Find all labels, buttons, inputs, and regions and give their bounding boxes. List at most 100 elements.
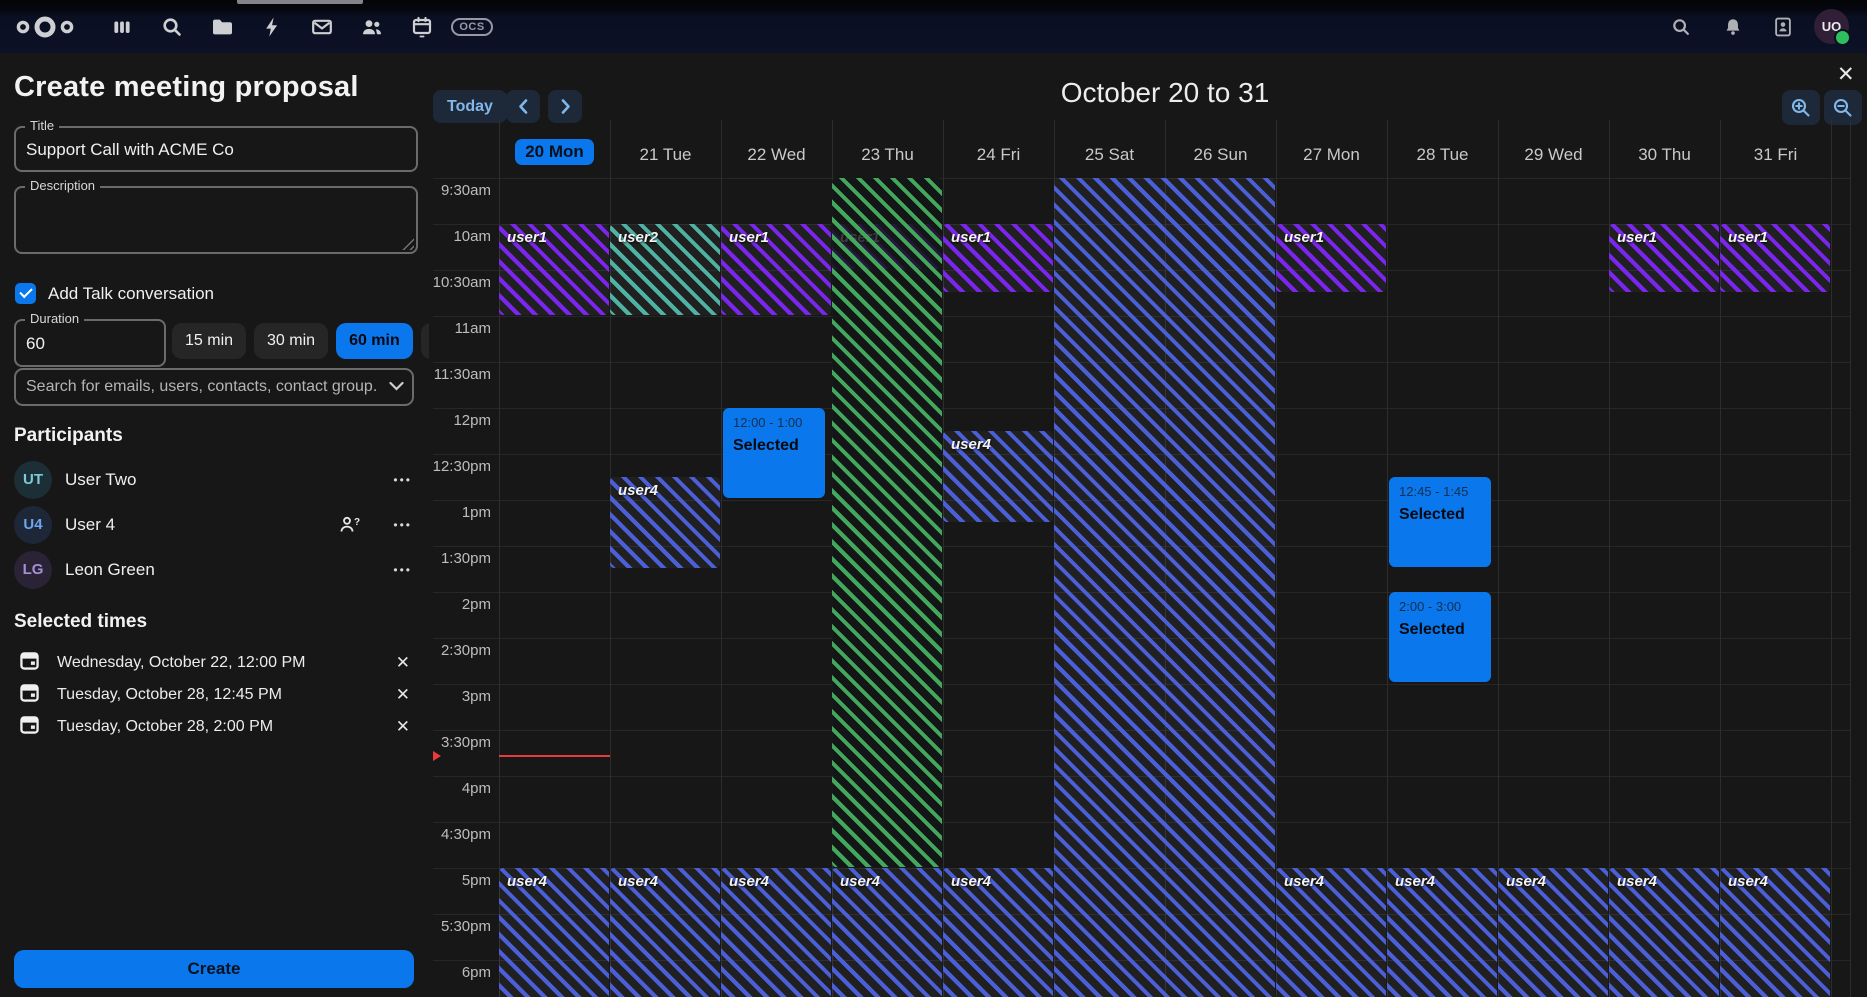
status-online-badge [1834, 29, 1851, 46]
day-header-label: 25 Sat [1085, 145, 1134, 165]
duration-option-60min[interactable]: 60 min [336, 323, 413, 359]
time-label: 9:30am [429, 182, 491, 199]
app-activity-icon[interactable] [259, 13, 285, 41]
selected-slot[interactable]: 12:00 - 1:00Selected [723, 408, 825, 498]
time-label: 10:30am [429, 274, 491, 291]
availability-block-user1: user1 [1720, 224, 1830, 292]
day-header-28-Tue: 28 Tue [1387, 120, 1498, 177]
participant-menu-button[interactable]: ••• [389, 561, 416, 579]
remove-time-button[interactable]: ✕ [390, 715, 416, 739]
availability-block-user4: user4 [943, 868, 1053, 997]
participants-list: UTUser Two•••U4User 4?•••LGLeon Green••• [14, 457, 416, 592]
nextcloud-logo-icon [15, 14, 75, 40]
availability-label: user1 [499, 224, 609, 251]
availability-label: user4 [832, 868, 942, 895]
svg-text:?: ? [354, 517, 360, 528]
app-dashboard-icon[interactable] [109, 13, 135, 41]
duration-option-15min[interactable]: 15 min [172, 323, 246, 359]
selected-slot-label: Selected [1399, 506, 1481, 524]
availability-block-user4: user4 [1387, 868, 1497, 997]
selected-slot[interactable]: 2:00 - 3:00Selected [1389, 592, 1491, 682]
description-input[interactable] [16, 188, 416, 252]
selected-time-item: Tuesday, October 28, 2:00 PM✕ [20, 711, 416, 743]
day-header-label: 27 Mon [1303, 145, 1360, 165]
availability-label: user1 [1720, 224, 1830, 251]
participant-search-input[interactable] [14, 368, 414, 406]
day-header-label: 26 Sun [1194, 145, 1248, 165]
availability-label: user1 [1276, 224, 1386, 251]
app-search-icon[interactable] [159, 13, 185, 41]
now-arrow-icon [433, 751, 441, 761]
participant-search [14, 368, 414, 406]
time-label: 1:30pm [429, 550, 491, 567]
notifications-bell-icon[interactable] [1720, 13, 1746, 41]
talk-checkbox[interactable] [15, 283, 36, 304]
availability-label: user4 [1276, 868, 1386, 895]
selected-time-label: Tuesday, October 28, 12:45 PM [57, 686, 372, 704]
availability-block-user4: user4 [1276, 868, 1386, 997]
availability-label: user4 [721, 868, 831, 895]
duration-option-30min[interactable]: 30 min [254, 323, 328, 359]
title-field: Title [14, 126, 418, 172]
availability-block-user1: user1 [943, 224, 1053, 292]
description-field-label: Description [25, 178, 100, 193]
time-label: 10am [429, 228, 491, 245]
time-label: 1pm [429, 504, 491, 521]
day-header-22-Wed: 22 Wed [721, 120, 832, 177]
day-header-25-Sat: 25 Sat [1054, 120, 1165, 177]
pending-attendee-icon: ? [340, 516, 360, 533]
app-files-icon[interactable] [209, 13, 235, 41]
time-label: 12pm [429, 412, 491, 429]
app-mail-icon[interactable] [309, 13, 335, 41]
day-header-label: 24 Fri [977, 145, 1020, 165]
day-header-label: 23 Thu [861, 145, 914, 165]
participant-row: U4User 4?••• [14, 502, 416, 547]
participant-menu-button[interactable]: ••• [389, 471, 416, 489]
time-label: 3:30pm [429, 734, 491, 751]
day-header-26-Sun: 26 Sun [1165, 120, 1276, 177]
nextcloud-logo[interactable] [13, 13, 77, 41]
time-label: 2:30pm [429, 642, 491, 659]
ocs-label: OCS [451, 18, 492, 36]
selected-time-item: Wednesday, October 22, 12:00 PM ✕ [20, 647, 416, 679]
app-ocs-icon[interactable]: OCS [452, 13, 492, 41]
calendar-grid[interactable]: 20 Mon21 Tue22 Wed23 Thu24 Fri25 Sat26 S… [429, 53, 1867, 997]
time-label: 11am [429, 320, 491, 337]
selected-slot-time: 12:00 - 1:00 [733, 415, 815, 430]
app-contacts-icon[interactable] [359, 13, 385, 41]
remove-time-button[interactable]: ✕ [390, 683, 416, 707]
participant-row: LGLeon Green••• [14, 547, 416, 592]
avatar[interactable]: UO [1814, 9, 1849, 44]
participant-name: User Two [65, 470, 376, 490]
selected-slot[interactable]: 12:45 - 1:45Selected [1389, 477, 1491, 567]
availability-label: user4 [943, 431, 1053, 458]
participant-menu-button[interactable]: ••• [389, 516, 416, 534]
title-input[interactable] [16, 128, 416, 170]
availability-block-user4: user4 [610, 477, 720, 568]
availability-label: user1 [721, 224, 831, 251]
day-header-label: 30 Thu [1638, 145, 1691, 165]
calendar-icon [20, 715, 39, 739]
unified-search-icon[interactable] [1668, 13, 1694, 41]
calendar-panel: Today October 20 to 31 ✕ 20 Mon21 Tue22 … [429, 53, 1867, 997]
time-label: 4:30pm [429, 826, 491, 843]
grid-column-line [1850, 120, 1851, 997]
talk-checkbox-label: Add Talk conversation [48, 284, 214, 304]
availability-block-user4: user4 [1498, 868, 1608, 997]
remove-time-button[interactable]: ✕ [390, 651, 416, 675]
meeting-proposal-panel: Create meeting proposal Title Descriptio… [0, 53, 429, 997]
availability-block-user2: user2 [610, 224, 720, 315]
time-label: 3pm [429, 688, 491, 705]
contacts-menu-icon[interactable] [1770, 13, 1796, 41]
availability-label: user4 [1609, 868, 1719, 895]
availability-block-user1: user1 [1609, 224, 1719, 292]
create-button[interactable]: Create [14, 950, 414, 988]
time-label: 6pm [429, 964, 491, 981]
selected-time-label: Wednesday, October 22, 12:00 PM [57, 654, 372, 672]
time-label: 12:30pm [429, 458, 491, 475]
selected-slot-time: 2:00 - 3:00 [1399, 599, 1481, 614]
app-calendar-icon[interactable] [409, 13, 435, 41]
chevron-down-icon[interactable] [389, 381, 404, 391]
day-header-30-Thu: 30 Thu [1609, 120, 1720, 177]
duration-input[interactable] [16, 321, 164, 365]
